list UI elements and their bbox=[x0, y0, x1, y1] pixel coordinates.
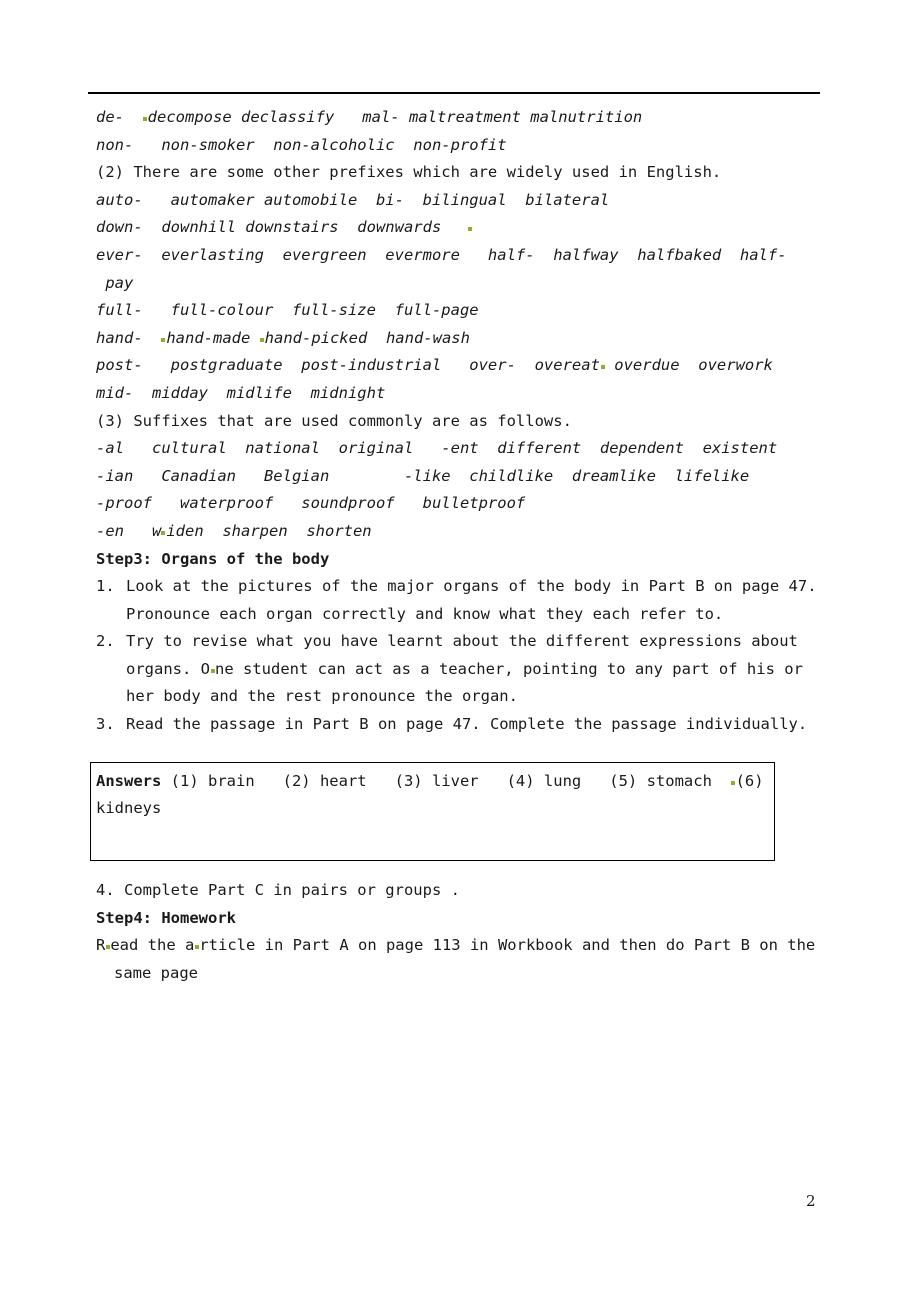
list-item-line: Pronounce each organ correctly and know … bbox=[126, 604, 724, 623]
prefix-line-auto-bi: auto- automaker automobile bi- bilingual… bbox=[96, 190, 610, 209]
suffix-line-ian-like: -ian Canadian Belgian -like childlike dr… bbox=[96, 466, 750, 485]
spellcheck-mark-icon bbox=[730, 781, 735, 785]
prefix-line-pay-continuation: pay bbox=[96, 273, 134, 292]
spellcheck-mark-icon bbox=[211, 668, 215, 673]
spellcheck-mark-icon bbox=[161, 337, 166, 342]
step3-heading: Step3: Organs of the body bbox=[96, 549, 330, 568]
prefix-hand-rest: hand-picked hand-wash bbox=[264, 328, 470, 347]
document-page: de- decompose declassify mal- maltreatme… bbox=[0, 0, 920, 1300]
step4-line-1: Read the a rticle in Part A on page 113 i… bbox=[96, 936, 816, 955]
step4-line-2: same page bbox=[114, 963, 198, 982]
main-content: de- decompose declassify mal- maltreatme… bbox=[96, 104, 826, 739]
prefix-line-hand: hand- hand-made hand-picked hand-wash bbox=[96, 325, 826, 353]
spellcheck-mark-icon bbox=[161, 530, 166, 535]
list-marker: 3. bbox=[96, 715, 115, 734]
answers-values: (1) brain (2) heart (3) liver (4) lung (… bbox=[161, 772, 731, 790]
prefix-de-examples: decompose declassify mal- maltreatment m… bbox=[147, 108, 643, 126]
step3-item-1: 1. Look at the pictures of the major org… bbox=[96, 573, 826, 628]
spellcheck-mark-icon bbox=[259, 337, 264, 342]
list-marker: 2. bbox=[96, 632, 115, 651]
spellcheck-mark-icon bbox=[106, 945, 111, 950]
list-item-line: Look at the pictures of the major organs… bbox=[126, 577, 817, 596]
answers-box-content: Answers (1) brain (2) heart (3) liver (4… bbox=[96, 768, 796, 796]
spellcheck-mark-icon bbox=[195, 945, 200, 950]
prefix-line-post-over: post- postgraduate post-industrial over-… bbox=[96, 352, 826, 380]
prefix-hand-made: hand-made bbox=[166, 328, 260, 347]
suffix-line-en: -en w iden sharpen shorten bbox=[96, 518, 826, 546]
page-number: 2 bbox=[806, 1192, 816, 1210]
prefix-line-non: non- non-smoker non-alcoholic non-profit bbox=[96, 135, 507, 154]
prefix-de-text: de- bbox=[96, 108, 143, 126]
step3-item-3: 3. Read the passage in Part B on page 47… bbox=[96, 711, 826, 739]
prefix-post-over-text: post- postgraduate post-industrial over-… bbox=[96, 356, 600, 375]
step3-item-4: 4. Complete Part C in pairs or groups . bbox=[96, 881, 460, 899]
list-item-text: Try to revise what you have learnt about… bbox=[126, 628, 826, 711]
list-item-line: Try to revise what you have learnt about… bbox=[126, 632, 798, 651]
spellcheck-mark-icon bbox=[468, 227, 473, 232]
suffix-en-w: w bbox=[152, 521, 162, 540]
header-horizontal-rule bbox=[88, 92, 820, 94]
answers-label: Answers bbox=[96, 772, 162, 790]
list-item-line: organs. One student can act as a teacher… bbox=[126, 659, 803, 678]
suffix-line-al-ent: -al cultural national original -ent diff… bbox=[96, 439, 778, 458]
step3-item-2: 2. Try to revise what you have learnt ab… bbox=[96, 628, 826, 711]
suffixes-intro-3: (3) Suffixes that are used commonly are … bbox=[96, 411, 572, 430]
prefix-down-text: down- downhill downstairs downwards bbox=[96, 218, 442, 237]
step4-body: Read the a rticle in Part A on page 113 i… bbox=[96, 932, 826, 987]
tail-content: 4. Complete Part C in pairs or groups . … bbox=[96, 877, 826, 987]
prefix-line-down: down- downhill downstairs downwards bbox=[96, 214, 826, 242]
prefix-line-full: full- full-colour full-size full-page bbox=[96, 301, 479, 320]
list-item-text: Look at the pictures of the major organs… bbox=[126, 573, 826, 628]
suffix-line-proof: -proof waterproof soundproof bulletproof bbox=[96, 494, 526, 513]
prefix-line-ever-half: ever- everlasting evergreen evermore hal… bbox=[96, 245, 787, 264]
step4-heading: Step4: Homework bbox=[96, 908, 236, 927]
spellcheck-mark-icon bbox=[142, 117, 147, 121]
list-item-line: her body and the rest pronounce the orga… bbox=[126, 687, 518, 706]
prefixes-intro-2: (2) There are some other prefixes which … bbox=[96, 163, 722, 182]
list-marker: 1. bbox=[96, 577, 115, 596]
list-item-line: Read the passage in Part B on page 47. C… bbox=[126, 715, 808, 734]
list-item-text: Read the passage in Part B on page 47. C… bbox=[126, 711, 826, 739]
answers-trailing-number: (6) bbox=[735, 772, 764, 790]
prefix-line-de-mal: de- decompose declassify mal- maltreatme… bbox=[96, 104, 826, 132]
prefix-over-rest: overdue overwork bbox=[604, 356, 773, 375]
prefix-line-mid: mid- midday midlife midnight bbox=[96, 383, 386, 402]
answers-continuation: kidneys bbox=[96, 799, 162, 817]
suffix-en-rest: iden sharpen shorten bbox=[166, 521, 372, 540]
prefix-hand-label: hand- bbox=[96, 328, 162, 347]
suffix-en-label: -en bbox=[96, 521, 152, 540]
